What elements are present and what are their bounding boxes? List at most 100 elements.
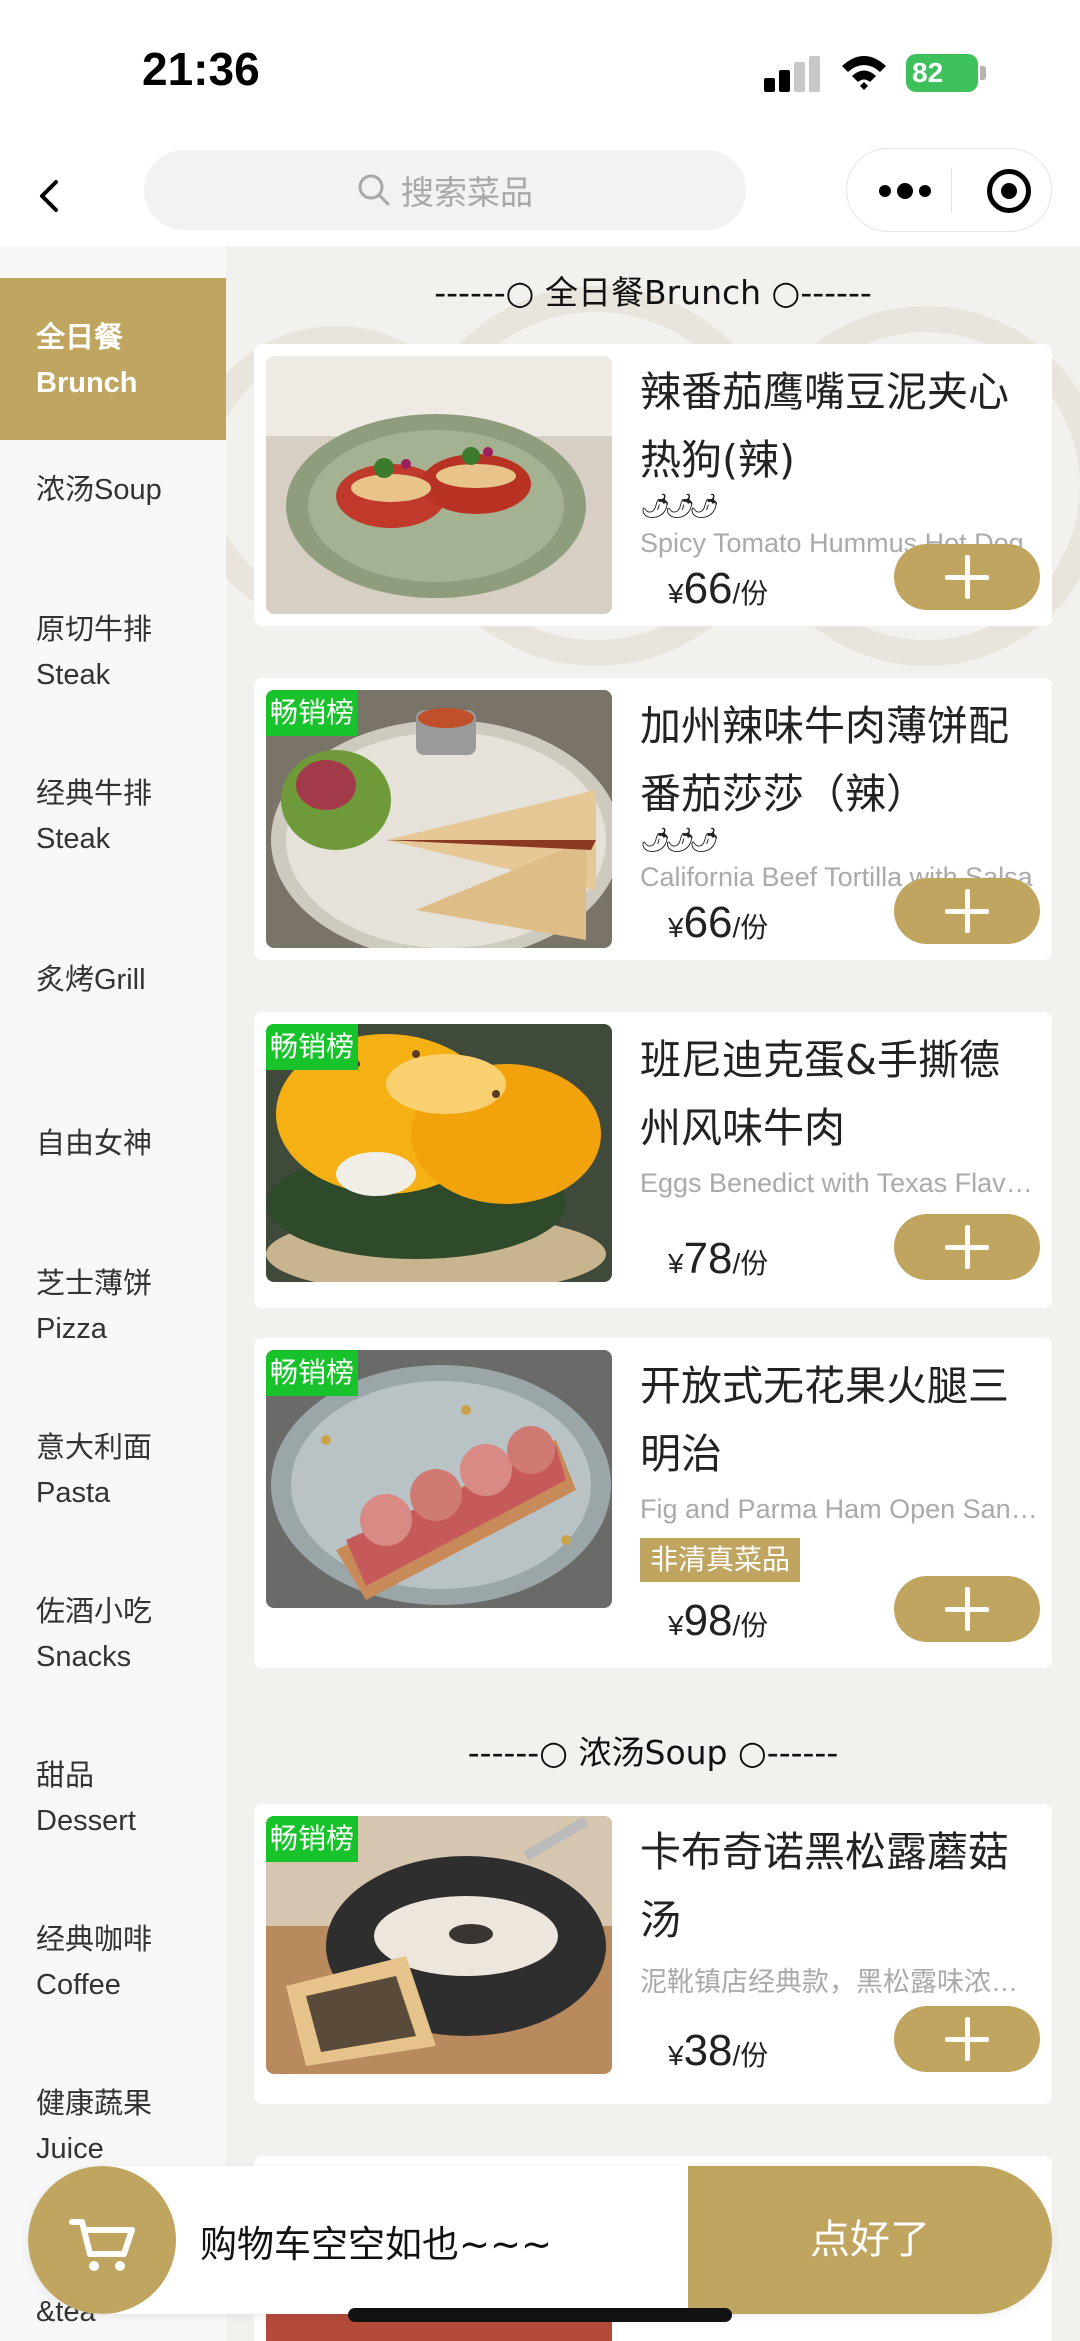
price-unit: /份	[732, 2040, 769, 2071]
cart-icon[interactable]	[28, 2166, 176, 2314]
back-icon[interactable]	[22, 168, 78, 224]
dish-name: 辣番茄鹰嘴豆泥夹心热狗(辣)	[640, 368, 1009, 484]
category-label-en: Snacks	[36, 1641, 132, 1673]
dish-subtitle: Eggs Benedict with Texas Flavor Beef	[640, 1168, 1038, 1198]
category-item-juice[interactable]: 健康蔬果 Juice	[0, 2082, 226, 2172]
category-label-en: Pasta	[36, 1477, 111, 1509]
category-item-snacks[interactable]: 佐酒小吃 Snacks	[0, 1590, 226, 1680]
category-label: 经典牛排	[36, 778, 153, 810]
category-label-en: Coffee	[36, 1969, 121, 2001]
category-label: 炙烤Grill	[36, 964, 146, 996]
dish-card[interactable]: 畅销榜 开放式无花果火腿三明治 Fig and Parma Ham Open S…	[254, 1338, 1052, 1668]
price-currency: ¥	[668, 578, 684, 609]
cart-bar: 购物车空空如也~~~ 点好了	[28, 2166, 1052, 2314]
add-to-cart-button[interactable]	[894, 1214, 1040, 1280]
category-label: 自由女神	[36, 1128, 153, 1160]
category-label-en: Steak	[36, 823, 111, 855]
category-item-pasta[interactable]: 意大利面 Pasta	[0, 1426, 226, 1516]
category-item-raw-steak[interactable]: 原切牛排 Steak	[0, 608, 226, 698]
dish-list[interactable]: ------○ 全日餐Brunch ○------ 辣番茄鹰嘴豆泥夹心热狗(辣)…	[226, 246, 1080, 2341]
dish-card[interactable]: 畅销榜 加州辣味牛肉薄饼配番茄莎莎（辣） 🌶🌶🌶 California Beef…	[254, 678, 1052, 960]
dish-name: 班尼迪克蛋&手撕德州风味牛肉	[640, 1036, 1000, 1152]
close-miniprogram-icon[interactable]	[987, 169, 1031, 213]
price-currency: ¥	[668, 2040, 684, 2071]
price-currency: ¥	[668, 1610, 684, 1641]
category-label: 经典咖啡	[36, 1924, 153, 1956]
bestseller-badge: 畅销榜	[266, 690, 359, 736]
battery-icon: 82	[906, 54, 986, 94]
cellular-signal-icon	[764, 56, 822, 92]
dish-card[interactable]: 畅销榜 班尼迪克蛋&手撕德州风味牛肉 Eggs Benedict with Te…	[254, 1012, 1052, 1308]
category-label: 全日餐	[36, 322, 124, 354]
category-label-en: Pizza	[36, 1313, 107, 1345]
category-label: 甜品	[36, 1760, 95, 1792]
dish-name: 开放式无花果火腿三明治	[640, 1362, 1009, 1478]
category-item-grill[interactable]: 炙烤Grill	[0, 958, 226, 1003]
price-unit: /份	[732, 578, 769, 609]
cart-summary[interactable]: 购物车空空如也~~~	[28, 2166, 688, 2314]
add-to-cart-button[interactable]	[894, 544, 1040, 610]
dish-name: 卡布奇诺黑松露蘑菇汤	[640, 1828, 1009, 1944]
price-value: 66	[683, 898, 733, 947]
dish-subtitle: Fig and Parma Ham Open Sandwich	[640, 1494, 1038, 1524]
price-value: 66	[683, 564, 733, 613]
dish-image	[266, 356, 612, 614]
category-item-dessert[interactable]: 甜品 Dessert	[0, 1754, 226, 1844]
home-indicator	[348, 2308, 732, 2322]
price-value: 38	[683, 2026, 733, 2075]
price-value: 98	[683, 1596, 733, 1645]
category-label: 意大利面	[36, 1432, 153, 1464]
search-input[interactable]: 搜索菜品	[144, 150, 746, 230]
dish-price: ¥38/份	[668, 2026, 768, 2076]
dish-price: ¥98/份	[668, 1596, 768, 1646]
section-title-brunch: ------○ 全日餐Brunch ○------	[434, 273, 872, 312]
add-to-cart-button[interactable]	[894, 1576, 1040, 1642]
cart-empty-text: 购物车空空如也~~~	[200, 2223, 553, 2266]
price-currency: ¥	[668, 912, 684, 943]
nav-bar: 搜索菜品	[0, 140, 1080, 246]
price-unit: /份	[732, 1248, 769, 1279]
category-item-classic-steak[interactable]: 经典牛排 Steak	[0, 772, 226, 862]
dish-card[interactable]: 畅销榜 卡布奇诺黑松露蘑菇汤 泥靴镇店经典款，黑松露味浓郁香醇 ¥38/份	[254, 1804, 1052, 2104]
spicy-icon: 🌶🌶🌶	[640, 492, 719, 520]
bestseller-badge: 畅销榜	[266, 1350, 359, 1396]
bestseller-badge: 畅销榜	[266, 1816, 359, 1862]
category-label: 芝士薄饼	[36, 1268, 153, 1300]
category-label: 浓汤Soup	[36, 474, 162, 506]
category-label: 佐酒小吃	[36, 1596, 153, 1628]
section-title-soup: ------○ 浓汤Soup ○------	[467, 1733, 839, 1772]
category-label: 健康蔬果	[36, 2088, 153, 2120]
category-sidebar: 全日餐 Brunch 浓汤Soup 原切牛排 Steak 经典牛排 Steak …	[0, 246, 226, 2341]
status-bar: 21:36 82	[0, 0, 1080, 140]
category-label: 原切牛排	[36, 614, 153, 646]
category-item-coffee[interactable]: 经典咖啡 Coffee	[0, 1918, 226, 2008]
search-placeholder: 搜索菜品	[401, 173, 533, 212]
category-item-liberty[interactable]: 自由女神	[0, 1122, 226, 1167]
category-label-en: Steak	[36, 659, 111, 691]
wifi-icon	[842, 56, 886, 90]
dish-price: ¥78/份	[668, 1234, 768, 1284]
dish-subtitle: 泥靴镇店经典款，黑松露味浓郁香醇	[640, 1967, 1038, 1997]
price-unit: /份	[732, 1610, 769, 1641]
dish-image: 畅销榜	[266, 1350, 612, 1608]
search-icon	[358, 174, 390, 206]
category-item-pizza[interactable]: 芝士薄饼 Pizza	[0, 1262, 226, 1352]
submit-order-button[interactable]: 点好了	[688, 2166, 1052, 2314]
price-unit: /份	[732, 912, 769, 943]
miniprogram-capsule	[846, 148, 1052, 232]
category-item-soup[interactable]: 浓汤Soup	[0, 468, 226, 513]
more-icon[interactable]	[877, 179, 933, 203]
category-label-en: Brunch	[36, 367, 138, 399]
dish-card[interactable]: 辣番茄鹰嘴豆泥夹心热狗(辣) 🌶🌶🌶 Spicy Tomato Hummus H…	[254, 344, 1052, 626]
price-value: 78	[683, 1234, 733, 1283]
add-to-cart-button[interactable]	[894, 2006, 1040, 2072]
price-currency: ¥	[668, 1248, 684, 1279]
dish-price: ¥66/份	[668, 898, 768, 948]
category-item-brunch[interactable]: 全日餐 Brunch	[0, 278, 226, 440]
dish-name: 加州辣味牛肉薄饼配番茄莎莎（辣）	[640, 702, 1009, 818]
bestseller-badge: 畅销榜	[266, 1024, 359, 1070]
category-label-en: Dessert	[36, 1805, 136, 1837]
dish-price: ¥66/份	[668, 564, 768, 614]
non-halal-tag: 非清真菜品	[640, 1538, 801, 1582]
add-to-cart-button[interactable]	[894, 878, 1040, 944]
